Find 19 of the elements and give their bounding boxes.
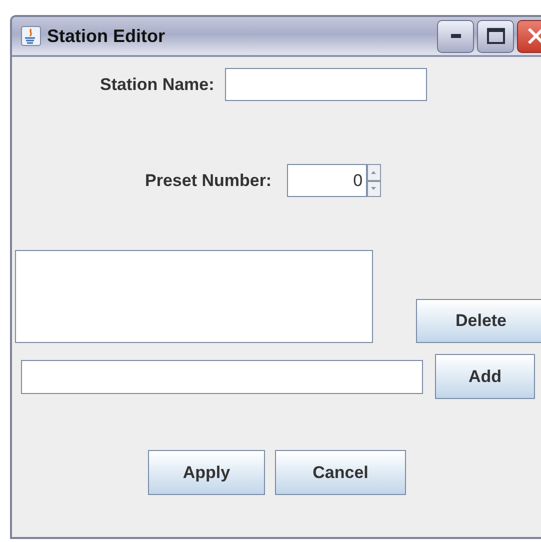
cancel-button[interactable]: Cancel [275, 450, 406, 495]
station-name-field[interactable] [225, 68, 428, 101]
add-button[interactable]: Add [435, 354, 535, 399]
down-arrow-icon [371, 187, 376, 190]
station-name-label: Station Name: [100, 74, 214, 94]
maximize-icon [486, 28, 504, 44]
up-arrow-icon [371, 170, 376, 174]
window-title: Station Editor [47, 26, 165, 46]
increment-button[interactable] [366, 164, 381, 180]
app-icon [21, 26, 41, 46]
minimize-button[interactable] [437, 20, 474, 52]
close-icon [526, 27, 541, 45]
maximize-button[interactable] [477, 20, 514, 52]
apply-button[interactable]: Apply [148, 450, 265, 495]
delete-button[interactable]: Delete [416, 299, 541, 343]
preset-number-label: Preset Number: [145, 170, 272, 190]
station-list[interactable] [15, 250, 373, 343]
minimize-icon [450, 34, 460, 38]
entry-field[interactable] [21, 360, 423, 394]
